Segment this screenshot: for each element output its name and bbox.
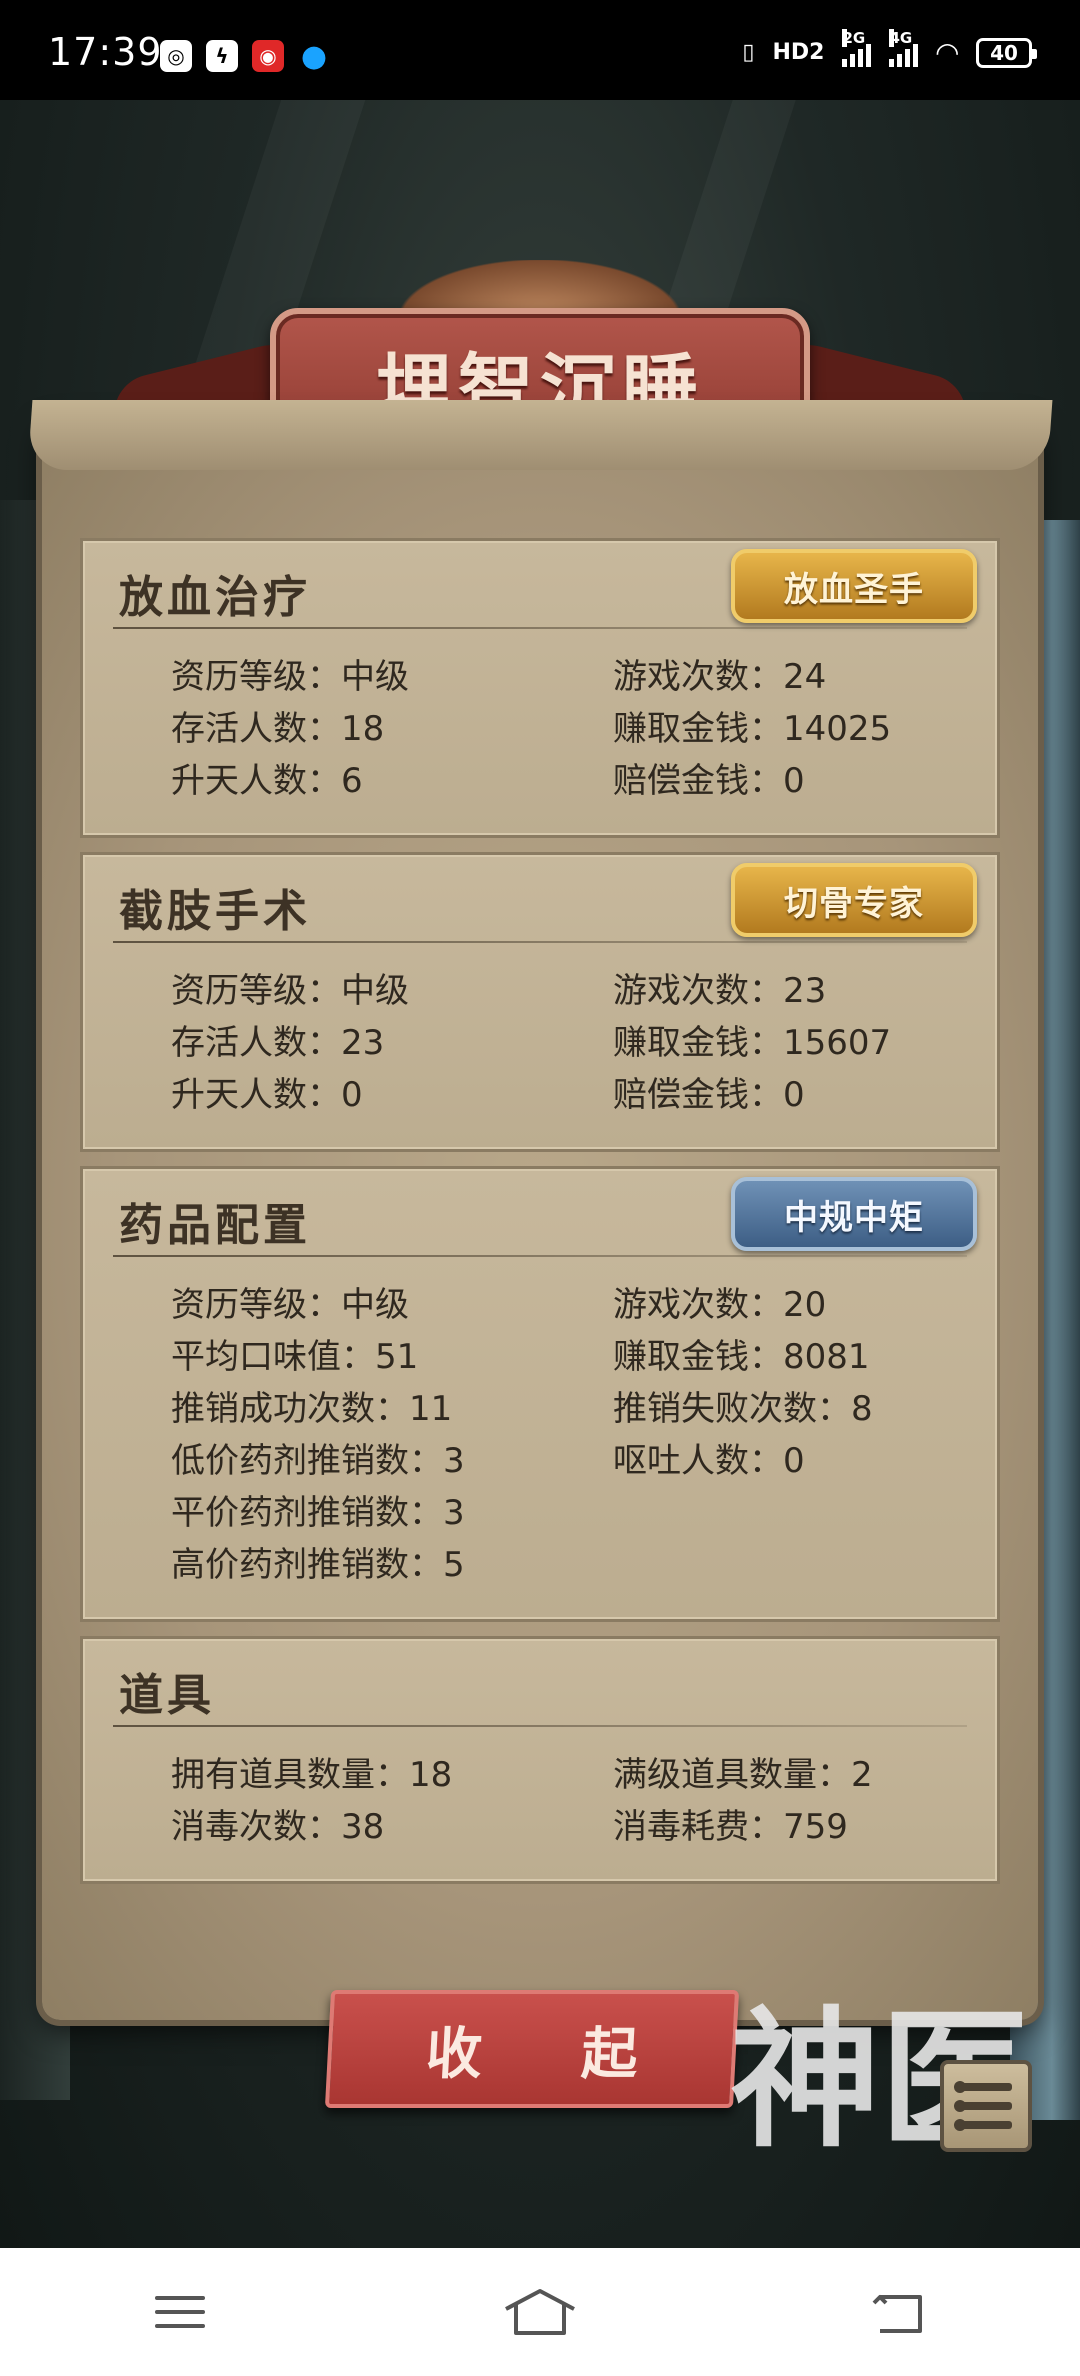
section-divider (113, 941, 967, 943)
stat-item: 消毒次数：38 (171, 1807, 385, 1847)
signal-2g-icon: 2G (842, 28, 872, 67)
section-title: 放血治疗 (119, 572, 311, 623)
section-title: 截肢手术 (119, 886, 311, 937)
stat-item: 升天人数：0 (171, 1075, 363, 1115)
stat-item: 赔偿金钱：0 (613, 761, 805, 801)
rank-badge: 中规中矩 (731, 1177, 977, 1251)
stat-item: 拥有道具数量：18 (171, 1755, 453, 1795)
section-title: 道具 (119, 1670, 215, 1721)
stat-item: 资历等级：中级 (171, 1285, 409, 1325)
nav-home-button[interactable] (480, 2272, 600, 2352)
signal-4g-icon: 4G (889, 28, 919, 67)
game-controller-icon: ◎ (160, 40, 192, 72)
back-icon (872, 2295, 922, 2333)
status-bar: 17:39 ◎ ϟ ◉ ● ▯ HD2 2G 4G ◠ 40 (0, 0, 1080, 100)
stat-item: 赚取金钱：8081 (613, 1337, 870, 1377)
nav-menu-button[interactable] (120, 2272, 240, 2352)
section-divider (113, 1255, 967, 1257)
parchment-curl (27, 400, 1053, 470)
stat-item: 存活人数：18 (171, 709, 385, 749)
netease-music-icon: ◉ (252, 40, 284, 72)
stat-item: 存活人数：23 (171, 1023, 385, 1063)
hd-icon: HD2 (772, 40, 825, 65)
stat-item: 赚取金钱：15607 (613, 1023, 892, 1063)
stat-item: 游戏次数：20 (613, 1285, 827, 1325)
notification-icons: ◎ ϟ ◉ ● (160, 38, 330, 74)
list-menu-button[interactable] (940, 2060, 1032, 2152)
section-medicine: 药品配置 中规中矩 资历等级：中级 平均口味值：51 推销成功次数：11 低价药… (80, 1166, 1000, 1622)
list-menu-icon (954, 2081, 1012, 2093)
section-divider (113, 627, 967, 629)
nav-back-button[interactable] (840, 2272, 960, 2352)
section-amputation: 截肢手术 切骨专家 资历等级：中级 存活人数：23 升天人数：0 游戏次数：23… (80, 852, 1000, 1152)
stat-item: 资历等级：中级 (171, 971, 409, 1011)
rank-badge: 切骨专家 (731, 863, 977, 937)
stat-item: 呕吐人数：0 (613, 1441, 805, 1481)
stat-item: 游戏次数：24 (613, 657, 827, 697)
stat-item: 平价药剂推销数：3 (171, 1493, 465, 1533)
section-bloodletting: 放血治疗 放血圣手 资历等级：中级 存活人数：18 升天人数：6 游戏次数：24… (80, 538, 1000, 838)
hamburger-icon (155, 2296, 205, 2328)
battery-level: 40 (990, 40, 1018, 65)
wifi-icon: ◠ (936, 36, 958, 69)
qq-penguin-icon: ● (300, 38, 328, 74)
system-nav-bar (0, 2248, 1080, 2376)
stat-item: 满级道具数量：2 (613, 1755, 873, 1795)
stat-item: 低价药剂推销数：3 (171, 1441, 465, 1481)
section-title: 药品配置 (119, 1200, 311, 1251)
section-divider (113, 1725, 967, 1727)
rank-badge: 放血圣手 (731, 549, 977, 623)
stat-item: 资历等级：中级 (171, 657, 409, 697)
stat-item: 推销成功次数：11 (171, 1389, 453, 1429)
home-icon (505, 2289, 575, 2335)
status-right: ▯ HD2 2G 4G ◠ 40 (742, 28, 1037, 69)
stat-item: 升天人数：6 (171, 761, 363, 801)
status-time: 17:39 (48, 30, 163, 74)
stat-item: 平均口味值：51 (171, 1337, 419, 1377)
stat-item: 推销失败次数：8 (613, 1389, 873, 1429)
stat-item: 赔偿金钱：0 (613, 1075, 805, 1115)
flash-icon: ϟ (206, 40, 238, 72)
section-props: 道具 拥有道具数量：18 消毒次数：38 满级道具数量：2 消毒耗费：759 (80, 1636, 1000, 1884)
stat-item: 赚取金钱：14025 (613, 709, 892, 749)
stat-item: 游戏次数：23 (613, 971, 827, 1011)
collapse-button[interactable]: 收 起 (324, 1990, 740, 2108)
game-screen: 埋智沉睡 放血治疗 放血圣手 资历等级：中级 存活人数：18 升天人数：6 游戏… (0, 100, 1080, 2248)
battery-icon: 40 (976, 37, 1037, 68)
collapse-button-label: 收 起 (424, 2020, 680, 2087)
vibrate-icon: ▯ (742, 40, 755, 65)
stat-item: 消毒耗费：759 (613, 1807, 848, 1847)
stat-item: 高价药剂推销数：5 (171, 1545, 465, 1585)
